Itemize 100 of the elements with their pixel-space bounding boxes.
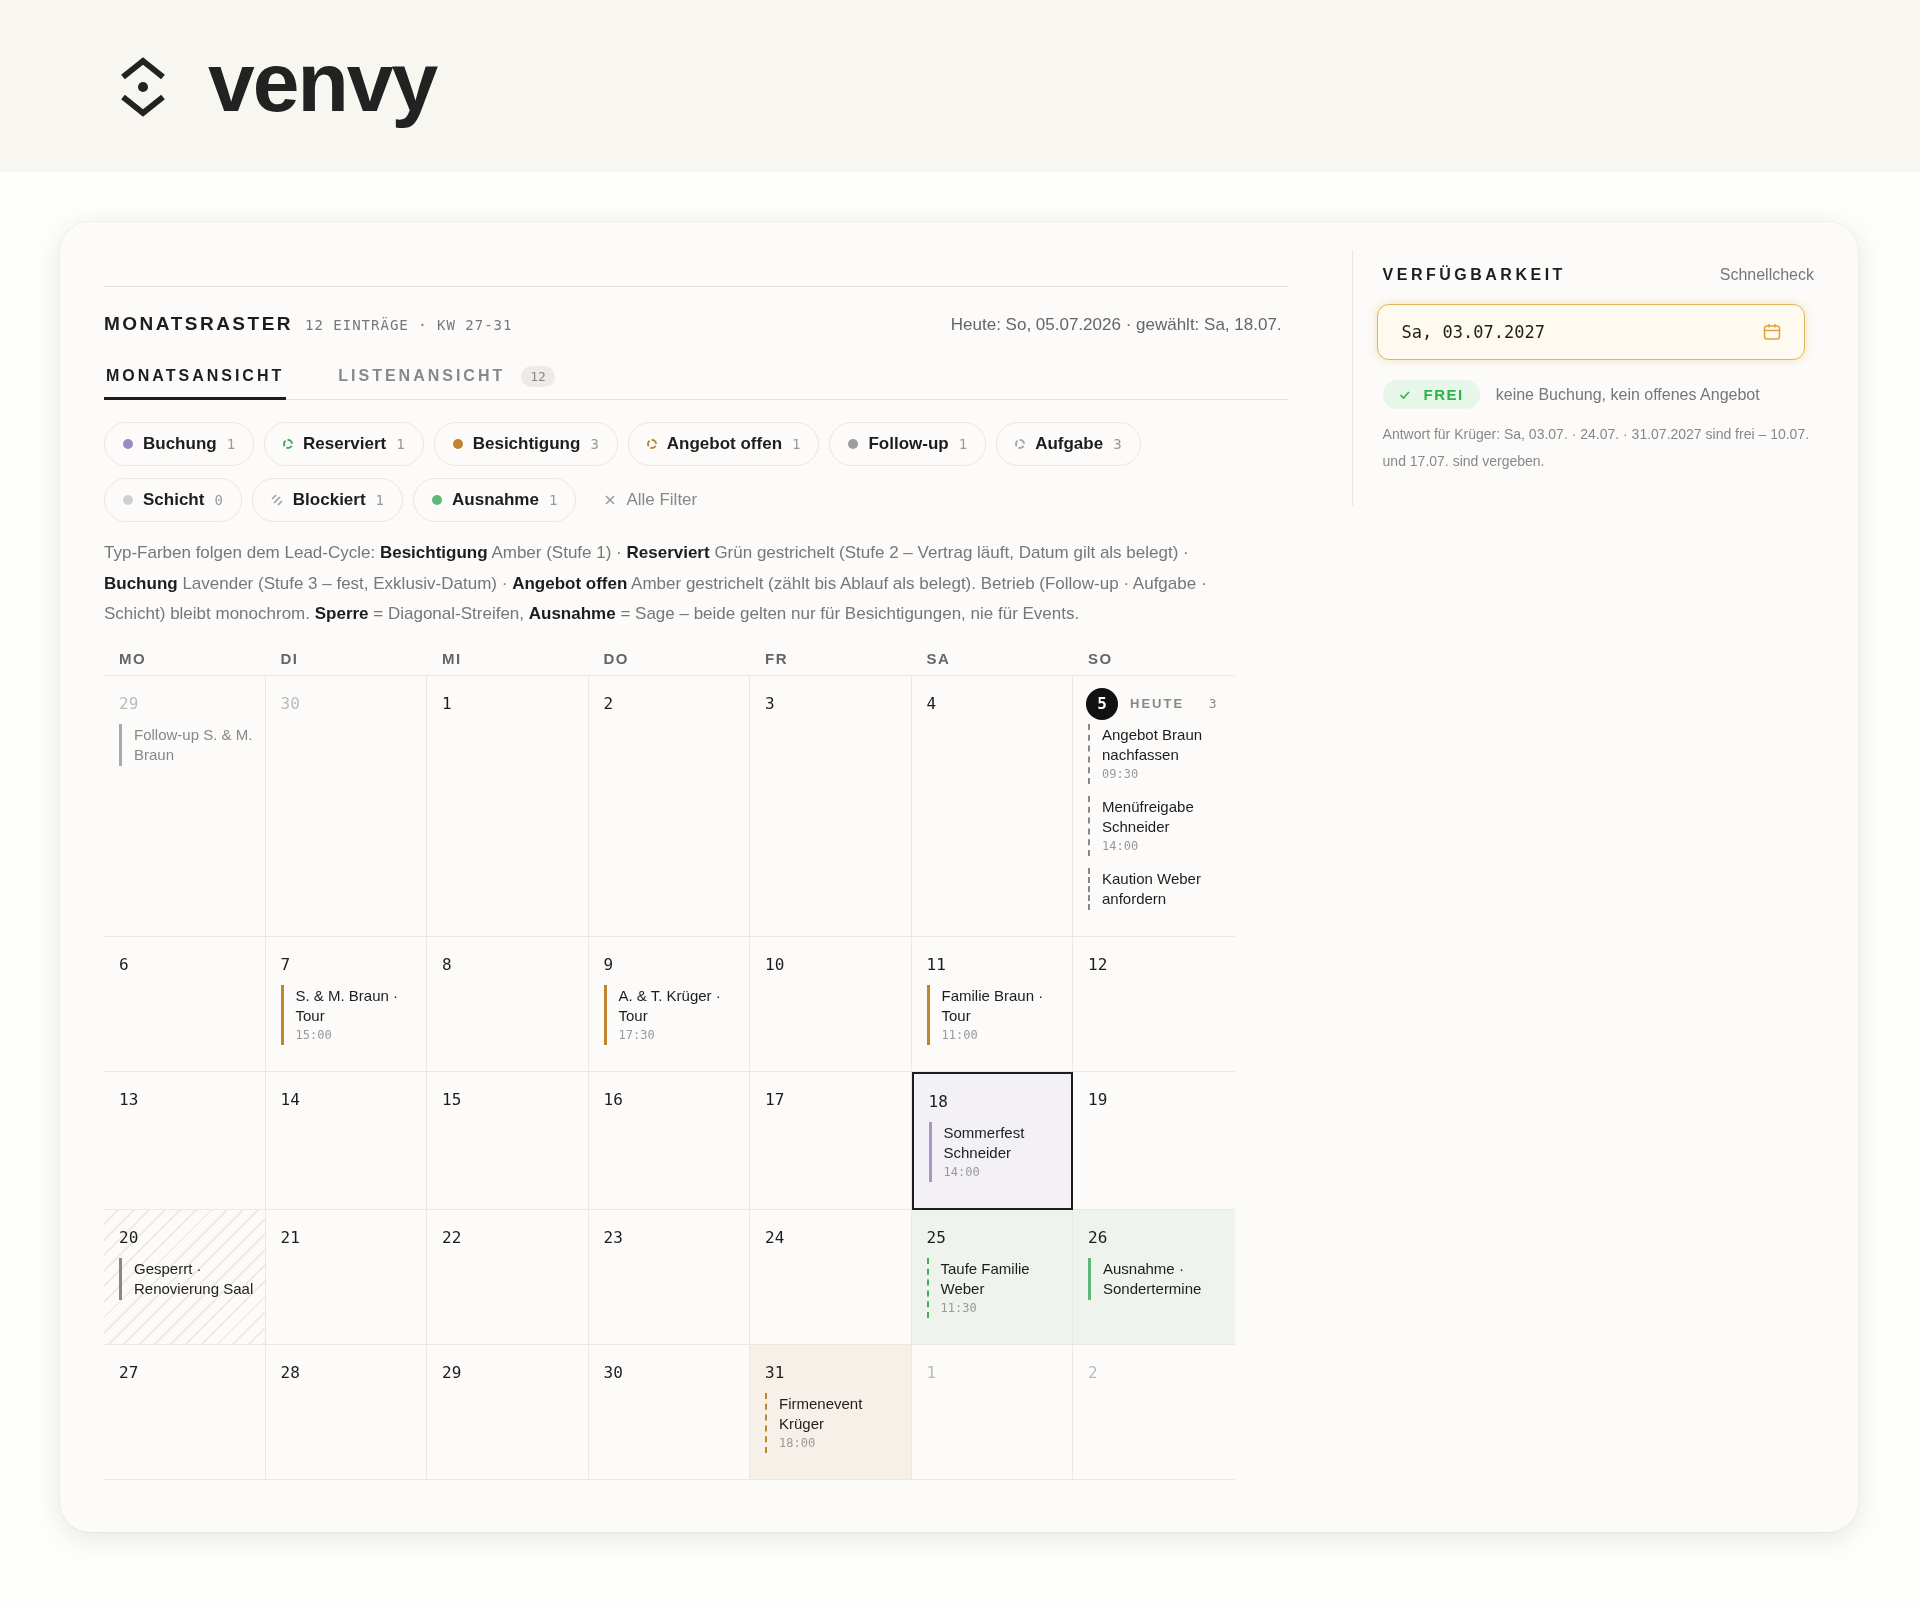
day-cell[interactable]: 8 <box>427 936 589 1072</box>
status-badge: FREI <box>1382 380 1480 409</box>
day-cell[interactable]: 6 <box>104 936 266 1072</box>
filter-chip[interactable]: Follow-up 1 <box>829 422 987 466</box>
day-number: 20 <box>119 1228 139 1247</box>
day-cell[interactable]: 21 <box>265 1209 427 1345</box>
calendar-event[interactable]: Gesperrt · Renovierung Saal <box>119 1257 255 1300</box>
entry-count: 12 EINTRÄGE · KW 27-31 <box>305 317 513 333</box>
today-label: HEUTE <box>1130 696 1185 711</box>
filter-chip[interactable]: Schicht 0 <box>104 478 242 522</box>
panel-title: VERFÜGBARKEIT <box>1382 266 1566 284</box>
day-cell[interactable]: 20 Gesperrt · Renovierung Saal <box>104 1209 266 1345</box>
logo-wordmark: venvy <box>208 40 437 131</box>
filter-chip[interactable]: Aufgabe 3 <box>996 422 1141 466</box>
filter-chip[interactable]: Buchung 1 <box>104 422 255 466</box>
day-cell[interactable]: 31 Firmenevent Krüger 18:00 <box>750 1344 912 1480</box>
day-number: 7 <box>280 955 291 974</box>
day-number: 24 <box>765 1228 785 1247</box>
filter-chip[interactable]: Ausnahme 1 <box>413 478 577 522</box>
day-number: 13 <box>119 1090 139 1109</box>
day-cell[interactable]: 17 <box>750 1071 912 1210</box>
day-number: 16 <box>603 1090 623 1109</box>
day-cell[interactable]: 10 <box>750 936 912 1072</box>
day-number: 18 <box>928 1092 948 1111</box>
event-title: S. & M. Braun · Tour <box>295 985 400 1026</box>
day-cell[interactable]: 5 HEUTE 3 Angebot Braun nachfassen 09:30 Menüfreigabe Schneider 14:00 Kaution Weber anfordern <box>1073 675 1235 937</box>
calendar-event[interactable]: Ausnahme · Sondertermine <box>1088 1257 1225 1300</box>
event-title: Familie Braun · Tour <box>941 985 1045 1026</box>
day-number: 15 <box>442 1090 462 1109</box>
day-cell[interactable]: 11 Familie Braun · Tour 11:00 <box>911 936 1073 1072</box>
day-cell[interactable]: 29 Follow-up S. & M. Braun <box>104 675 266 937</box>
panel-subtitle: Schnellcheck <box>1719 266 1814 284</box>
calendar-icon <box>1762 323 1781 340</box>
calendar-event[interactable]: Angebot Braun nachfassen 09:30 <box>1088 723 1225 784</box>
day-number: 2 <box>603 694 614 713</box>
calendar-event[interactable]: S. & M. Braun · Tour 15:00 <box>280 984 416 1045</box>
day-cell[interactable]: 4 <box>911 675 1073 937</box>
filter-chip[interactable]: Reserviert 1 <box>264 422 424 466</box>
calendar-event[interactable]: Kaution Weber anfordern <box>1088 867 1225 910</box>
day-cell[interactable]: 2 <box>588 675 750 937</box>
day-number: 29 <box>442 1363 462 1382</box>
filter-chip[interactable]: Angebot offen 1 <box>627 422 820 466</box>
filter-chip[interactable]: Besichtigung 3 <box>433 422 618 466</box>
event-title: A. & T. Krüger · Tour <box>618 985 722 1026</box>
day-number: 23 <box>603 1228 623 1247</box>
date-field[interactable]: Sa, 03.07.2027 <box>1376 304 1805 360</box>
calendar-event[interactable]: Menüfreigabe Schneider 14:00 <box>1088 795 1225 856</box>
day-number: 30 <box>280 694 300 713</box>
day-cell[interactable]: 3 <box>750 675 912 937</box>
day-number: 14 <box>280 1090 300 1109</box>
day-cell[interactable]: 25 Taufe Familie Weber 11:30 <box>911 1209 1073 1345</box>
calendar-event[interactable]: Familie Braun · Tour 11:00 <box>926 984 1062 1045</box>
day-cell[interactable]: 16 <box>588 1071 750 1210</box>
day-cell[interactable]: 19 <box>1073 1071 1235 1210</box>
day-cell[interactable]: 13 <box>104 1071 266 1210</box>
calendar-event[interactable]: Firmenevent Krüger 18:00 <box>765 1392 901 1453</box>
day-number: 2 <box>1088 1363 1098 1382</box>
view-tab[interactable]: MONATSANSICHT <box>104 357 287 400</box>
day-cell[interactable]: 24 <box>750 1209 912 1345</box>
event-time: 14:00 <box>1102 837 1140 855</box>
event-time: 17:30 <box>618 1026 656 1044</box>
day-number: 19 <box>1088 1090 1108 1109</box>
date-status: Heute: So, 05.07.2026 · gewählt: Sa, 18.07. <box>950 315 1283 335</box>
day-number: 30 <box>603 1363 623 1382</box>
day-cell[interactable]: 1 <box>427 675 589 937</box>
event-title: Follow-up S. & M. Braun <box>134 724 254 765</box>
weekday-label: MI <box>427 649 589 676</box>
filter-chip[interactable]: Blockiert 1 <box>251 478 404 522</box>
day-cell[interactable]: 9 A. & T. Krüger · Tour 17:30 <box>588 936 750 1072</box>
weekday-label: SA <box>911 649 1073 676</box>
day-cell[interactable]: 29 <box>427 1344 589 1480</box>
logo-icon <box>118 55 168 117</box>
day-cell[interactable]: 28 <box>265 1344 427 1480</box>
day-cell[interactable]: 27 <box>104 1344 266 1480</box>
day-cell[interactable]: 14 <box>265 1071 427 1210</box>
calendar-event[interactable]: A. & T. Krüger · Tour 17:30 <box>603 984 739 1045</box>
result-text: keine Buchung, kein offenes Angebot <box>1495 385 1760 404</box>
calendar-event[interactable]: Follow-up S. & M. Braun <box>119 723 255 766</box>
event-time: 09:30 <box>1102 765 1140 783</box>
day-number: 12 <box>1088 955 1108 974</box>
day-number: 1 <box>926 1363 937 1382</box>
calendar-event[interactable]: Sommerfest Schneider 14:00 <box>928 1121 1061 1182</box>
event-title: Kaution Weber anfordern <box>1102 868 1202 909</box>
section-title: MONATSRASTER <box>104 313 294 335</box>
day-cell[interactable]: 15 <box>427 1071 589 1210</box>
day-cell[interactable]: 7 S. & M. Braun · Tour 15:00 <box>265 936 427 1072</box>
weekday-label: DO <box>588 649 750 676</box>
day-cell[interactable]: 23 <box>588 1209 750 1345</box>
day-cell[interactable]: 26 Ausnahme · Sondertermine <box>1073 1209 1235 1345</box>
today-date-badge: 5 <box>1086 687 1118 720</box>
event-time: 11:00 <box>941 1026 979 1044</box>
check-icon <box>1398 389 1410 400</box>
event-title: Sommerfest Schneider <box>943 1122 1026 1163</box>
day-cell[interactable]: 12 <box>1073 936 1235 1072</box>
calendar-event[interactable]: Taufe Familie Weber 11:30 <box>926 1257 1062 1318</box>
event-title: Angebot Braun nachfassen <box>1102 724 1204 765</box>
day-number: 11 <box>926 955 946 974</box>
day-cell[interactable]: 18 Sommerfest Schneider 14:00 <box>911 1071 1073 1210</box>
day-number: 1 <box>442 694 452 713</box>
day-cell[interactable]: 22 <box>427 1209 589 1345</box>
